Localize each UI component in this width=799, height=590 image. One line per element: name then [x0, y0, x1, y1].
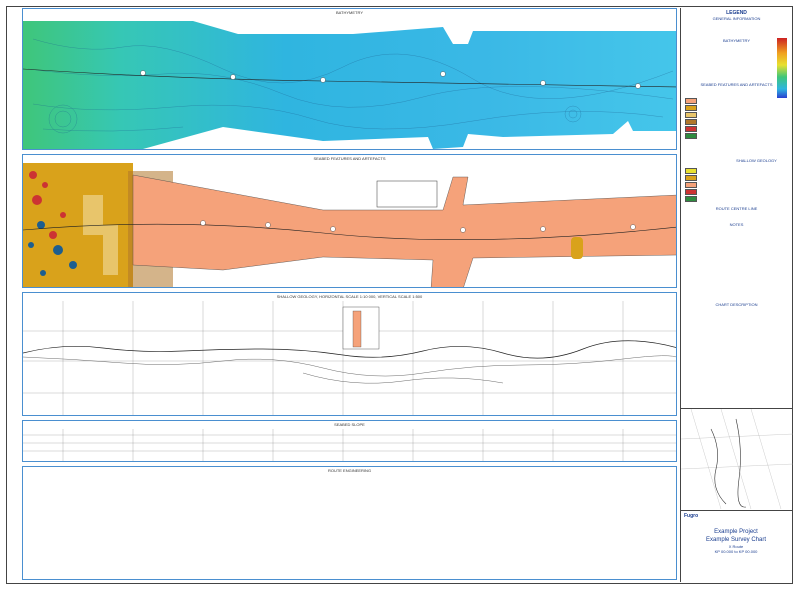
route-engineering-title: ROUTE ENGINEERING [327, 468, 372, 473]
chart-title: Example Survey Chart [705, 537, 767, 543]
seabed-features-panel: SEABED FEATURES AND ARTEFACTS [22, 154, 677, 288]
legend-swatch-clay [685, 112, 697, 118]
geology-profile [23, 301, 676, 415]
bathymetry-map [23, 21, 676, 149]
legend-swatch-sand [685, 98, 697, 104]
seabed-slope-panel: SEABED SLOPE [22, 420, 677, 462]
legend-swatch-green [685, 133, 697, 139]
title-block: Fugro Example Project Example Survey Cha… [680, 510, 792, 582]
route-engineering-panel: ROUTE ENGINEERING [22, 466, 677, 580]
legend-shallow-swatch-4 [685, 189, 697, 195]
project-name: Example Project [714, 529, 758, 535]
legend-shallow-swatch-3 [685, 182, 697, 188]
legend-shallow-swatch-2 [685, 175, 697, 181]
slope-grid [23, 429, 676, 461]
legend-seabed-heading: SEABED FEATURES AND ARTEFACTS [700, 82, 773, 87]
legend-notes-heading: NOTES [729, 222, 744, 227]
company-logo: Fugro [684, 513, 699, 519]
seabed-map [23, 163, 676, 287]
legend-centre-line-heading: ROUTE CENTRE LINE [715, 206, 758, 211]
legend-general-info: GENERAL INFORMATION [712, 16, 761, 21]
legend-column: LEGEND GENERAL INFORMATION BATHYMETRY SE… [680, 8, 793, 582]
legend-shallow-swatch-5 [685, 196, 697, 202]
bathymetry-panel: BATHYMETRY [22, 8, 677, 150]
location-map [681, 408, 793, 509]
depth-colour-scale [777, 38, 787, 98]
legend-bathymetry-heading: BATHYMETRY [723, 38, 750, 43]
legend-swatch-red [685, 126, 697, 132]
shallow-geology-panel: SHALLOW GEOLOGY, HORIZONTAL SCALE 1:10 0… [22, 292, 677, 416]
legend-shallow-heading: SHALLOW GEOLOGY [736, 158, 777, 163]
legend-swatch-gravel [685, 105, 697, 111]
kp-range: KP 00.000 to KP 00.000 [714, 549, 758, 554]
legend-chart-description-heading: CHART DESCRIPTION [715, 302, 758, 307]
legend-swatch-rock [685, 119, 697, 125]
legend-shallow-swatch-1 [685, 168, 697, 174]
